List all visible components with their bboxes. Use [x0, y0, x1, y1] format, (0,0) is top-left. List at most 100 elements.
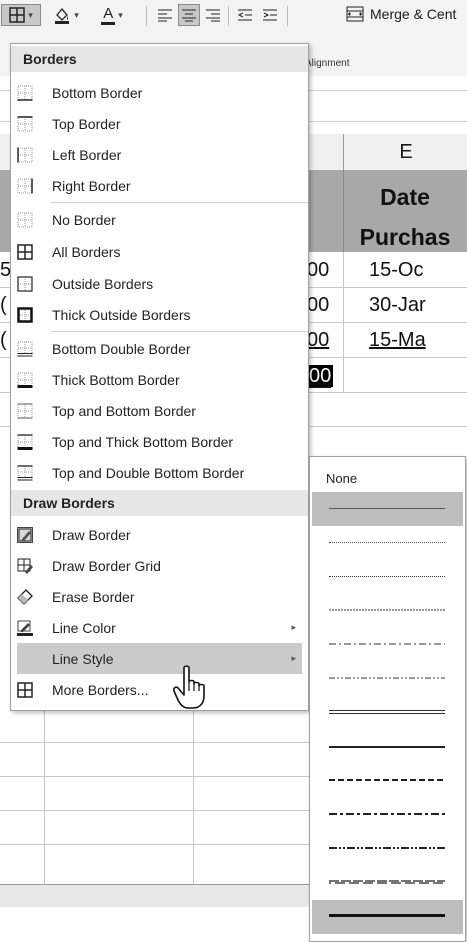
menu-item-thick-outside-borders[interactable]: Thick Outside Borders: [11, 299, 308, 330]
eraser-icon: [17, 588, 33, 605]
grid-line: [343, 170, 344, 252]
menu-item-top-and-double-bottom-border[interactable]: Top and Double Bottom Border: [11, 457, 308, 488]
ribbon-separator: [146, 6, 147, 26]
grid-line: [0, 844, 309, 845]
decrease-indent-button[interactable]: [233, 4, 257, 26]
borders-grid-icon: [9, 7, 25, 23]
alignment-group-label: Alignment: [305, 58, 350, 69]
outside-borders-icon: [17, 275, 33, 292]
increase-indent-icon: [263, 9, 277, 21]
no-border-icon: [17, 212, 33, 227]
menu-item-draw-border[interactable]: Draw Border: [11, 519, 308, 550]
align-center-icon: [182, 9, 196, 22]
align-left-icon: [158, 9, 172, 22]
cell-d-value[interactable]: 00: [307, 259, 329, 282]
draw-border-grid-icon: [17, 558, 33, 574]
cell-d-value[interactable]: 00: [307, 294, 329, 317]
fill-color-button[interactable]: ▾: [46, 4, 86, 26]
line-style-dashdot-thin[interactable]: [312, 628, 463, 662]
borders-menu: Borders Bottom Border Top Border Left Bo…: [10, 43, 309, 711]
top-and-thick-bottom-border-icon: [17, 433, 33, 450]
line-style-hair[interactable]: [312, 492, 463, 526]
menu-item-left-border[interactable]: Left Border: [11, 139, 308, 170]
menu-item-top-border[interactable]: Top Border: [11, 108, 308, 139]
line-style-slanted-dashdot[interactable]: [312, 866, 463, 900]
ribbon-separator: [287, 6, 288, 26]
menu-item-bottom-double-border[interactable]: Bottom Double Border: [11, 333, 308, 364]
menu-item-erase-border[interactable]: Erase Border: [11, 581, 308, 612]
align-right-icon: [206, 9, 220, 22]
increase-indent-button[interactable]: [258, 4, 282, 26]
menu-separator: [51, 331, 308, 332]
align-left-button[interactable]: [154, 4, 176, 26]
font-color-button[interactable]: A ▾: [90, 4, 134, 26]
column-header-e[interactable]: E: [343, 134, 467, 170]
menu-item-top-and-thick-bottom-border[interactable]: Top and Thick Bottom Border: [11, 426, 308, 457]
line-style-dotted-fine[interactable]: [312, 560, 463, 594]
grid-line: [0, 810, 309, 811]
line-style-medium-dashdotdot[interactable]: [312, 832, 463, 866]
font-color-letter: A: [101, 5, 116, 25]
merge-center-icon: [346, 6, 364, 22]
line-style-medium-dashed[interactable]: [312, 764, 463, 798]
grid-line: [0, 776, 309, 777]
menu-item-draw-border-grid[interactable]: Draw Border Grid: [11, 550, 308, 581]
submenu-arrow-icon: ▸: [291, 653, 296, 663]
line-style-medium[interactable]: [312, 730, 463, 764]
grid-line: [44, 709, 45, 885]
line-style-dotted[interactable]: [312, 526, 463, 560]
top-and-bottom-border-icon: [17, 403, 33, 418]
all-borders-icon: [17, 243, 33, 260]
cell-e-value[interactable]: 15-Oc: [369, 259, 423, 282]
grid-line: [0, 742, 309, 743]
thick-outside-borders-icon: [17, 306, 33, 323]
line-style-submenu: None: [309, 456, 466, 942]
align-right-button[interactable]: [202, 4, 224, 26]
selected-cell[interactable]: 00: [307, 365, 334, 388]
menu-separator: [51, 202, 308, 203]
cell-left-fragment: (: [0, 329, 7, 351]
align-center-button[interactable]: [178, 4, 200, 26]
right-border-icon: [17, 178, 33, 193]
line-style-double[interactable]: [312, 696, 463, 730]
decrease-indent-icon: [237, 9, 252, 21]
bottom-double-border-icon: [17, 341, 33, 356]
thick-bottom-border-icon: [17, 372, 33, 388]
menu-item-thick-bottom-border[interactable]: Thick Bottom Border: [11, 364, 308, 395]
menu-item-more-borders[interactable]: More Borders...: [11, 674, 308, 705]
top-border-icon: [17, 115, 33, 131]
menu-item-outside-borders[interactable]: Outside Borders: [11, 268, 308, 299]
section-borders-header: Borders: [11, 46, 308, 72]
bottom-border-icon: [17, 85, 33, 101]
section-draw-borders-header: Draw Borders: [11, 490, 308, 516]
line-style-dashed-thin[interactable]: [312, 594, 463, 628]
cell-e-value[interactable]: 15-Ma: [369, 329, 426, 352]
menu-item-bottom-border[interactable]: Bottom Border: [11, 77, 308, 108]
draw-border-icon: [17, 526, 33, 543]
more-borders-icon: [17, 681, 33, 698]
top-and-double-bottom-border-icon: [17, 464, 33, 480]
line-style-medium-dashdot[interactable]: [312, 798, 463, 832]
menu-item-no-border[interactable]: No Border: [11, 204, 308, 235]
line-style-none[interactable]: None: [326, 471, 357, 486]
grid-line: [193, 709, 194, 885]
menu-item-line-style[interactable]: Line Style ▸: [17, 643, 302, 674]
menu-item-top-and-bottom-border[interactable]: Top and Bottom Border: [11, 395, 308, 426]
fill-color-icon: [55, 7, 70, 24]
cell-e-value[interactable]: 30-Jar: [369, 294, 426, 317]
header-date-line1: Date: [380, 184, 430, 210]
cell-left-fragment: (: [0, 294, 7, 316]
left-border-icon: [17, 147, 33, 162]
cell-d-value[interactable]: 00: [307, 329, 329, 352]
header-date-line2: Purchas: [359, 224, 451, 250]
merge-center-button[interactable]: Merge & Cent: [346, 6, 456, 22]
sheet-tab-bar: [0, 885, 309, 907]
ribbon-separator: [228, 6, 229, 26]
grid-line: [343, 252, 344, 392]
menu-item-right-border[interactable]: Right Border: [11, 170, 308, 201]
line-style-dashdotdot-thin[interactable]: [312, 662, 463, 696]
menu-item-line-color[interactable]: Line Color ▸: [11, 612, 308, 643]
line-style-thick[interactable]: [312, 900, 463, 934]
borders-dropdown-button[interactable]: ▾: [1, 4, 41, 26]
menu-item-all-borders[interactable]: All Borders: [11, 236, 308, 267]
